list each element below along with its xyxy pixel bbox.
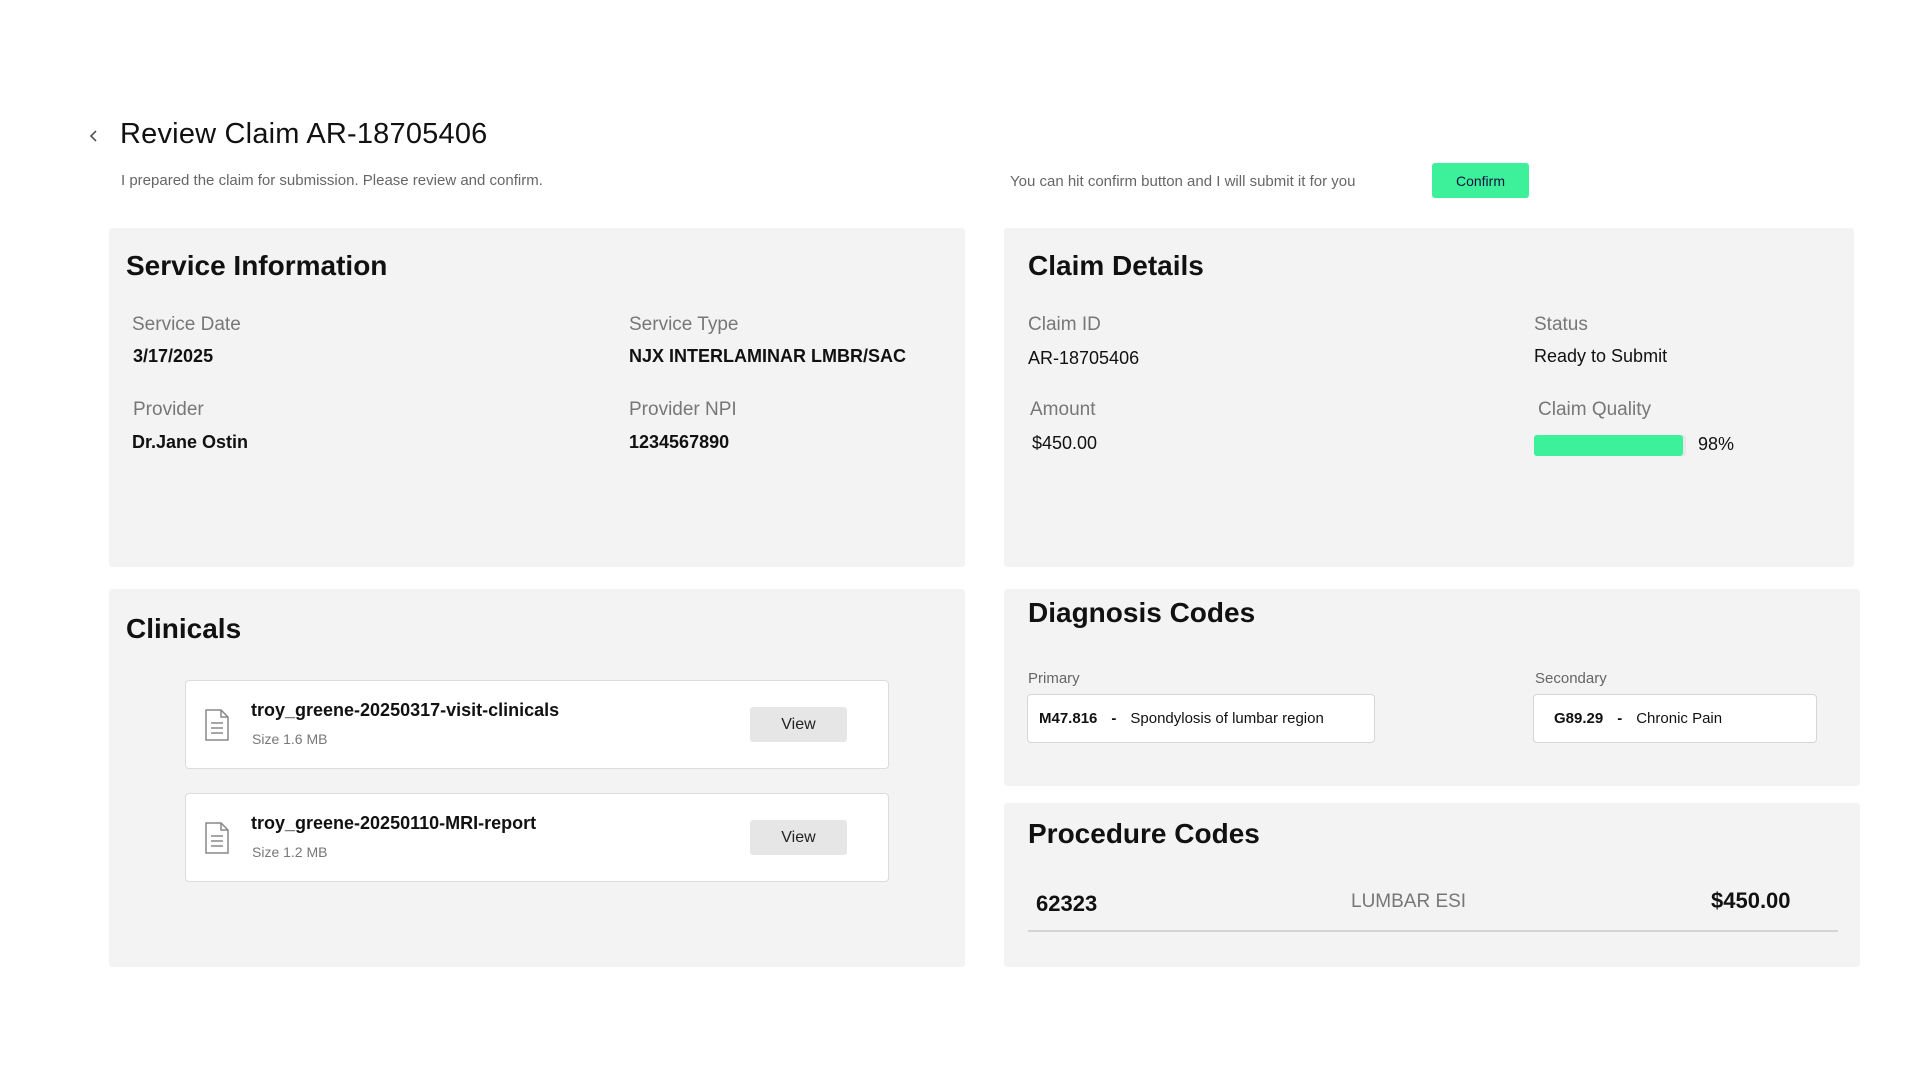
file-name: troy_greene-20250317-visit-clinicals xyxy=(251,700,560,720)
procedure-codes-card: Procedure Codes 62323 LUMBAR ESI $450.00 xyxy=(1004,803,1860,967)
card-title: Procedure Codes xyxy=(1028,818,1260,849)
service-date-label: Service Date xyxy=(132,314,241,335)
provider-npi-value: 1234567890 xyxy=(629,432,730,452)
separator: - xyxy=(1111,710,1117,727)
card-title: Clinicals xyxy=(126,613,242,644)
secondary-diagnosis-field[interactable]: G89.29 - Chronic Pain xyxy=(1533,694,1817,743)
primary-label: Primary xyxy=(1028,670,1080,687)
claim-id-value: AR-18705406 xyxy=(1028,348,1140,368)
secondary-label: Secondary xyxy=(1535,670,1607,687)
primary-diagnosis-code: M47.816 xyxy=(1039,710,1098,727)
file-name: troy_greene-20250110-MRI-report xyxy=(251,813,537,833)
file-size: Size 1.2 MB xyxy=(252,844,328,860)
file-size: Size 1.6 MB xyxy=(252,731,328,747)
claim-details-card: Claim Details Claim ID AR-18705406 Statu… xyxy=(1004,228,1854,567)
procedure-amount: $450.00 xyxy=(1711,888,1791,913)
procedure-description: LUMBAR ESI xyxy=(1351,891,1467,912)
primary-diagnosis-desc: Spondylosis of lumbar region xyxy=(1130,710,1324,727)
status-label: Status xyxy=(1534,314,1588,335)
claim-id-label: Claim ID xyxy=(1028,314,1101,335)
clinical-file-item: troy_greene-20250317-visit-clinicals Siz… xyxy=(185,680,889,769)
service-date-value: 3/17/2025 xyxy=(133,346,214,366)
service-type-label: Service Type xyxy=(629,314,739,335)
card-title: Diagnosis Codes xyxy=(1028,597,1256,628)
confirm-hint: You can hit confirm button and I will su… xyxy=(1010,173,1356,190)
provider-label: Provider xyxy=(133,399,204,420)
procedure-code: 62323 xyxy=(1036,891,1098,916)
card-title: Claim Details xyxy=(1028,250,1204,281)
separator: - xyxy=(1617,710,1623,727)
claim-quality-bar xyxy=(1534,435,1686,456)
claim-quality-value: 98% xyxy=(1698,434,1735,454)
procedure-row-divider xyxy=(1028,930,1838,932)
view-file-button[interactable]: View xyxy=(750,820,847,855)
service-information-card: Service Information Service Date 3/17/20… xyxy=(109,228,965,567)
primary-diagnosis-field[interactable]: M47.816 - Spondylosis of lumbar region xyxy=(1027,694,1375,743)
document-icon xyxy=(205,709,229,741)
claim-quality-label: Claim Quality xyxy=(1538,399,1651,420)
secondary-diagnosis-desc: Chronic Pain xyxy=(1636,710,1723,727)
claim-quality-bar-fill xyxy=(1534,435,1683,456)
service-type-value: NJX INTERLAMINAR LMBR/SAC xyxy=(629,346,906,366)
confirm-button[interactable]: Confirm xyxy=(1432,163,1529,198)
clinicals-card: Clinicals xyxy=(109,589,965,967)
page-subtitle: I prepared the claim for submission. Ple… xyxy=(121,172,543,189)
back-chevron-icon[interactable] xyxy=(86,128,102,144)
provider-npi-label: Provider NPI xyxy=(629,399,737,420)
card-title: Service Information xyxy=(126,250,388,281)
amount-label: Amount xyxy=(1030,399,1096,420)
view-file-button[interactable]: View xyxy=(750,707,847,742)
status-value: Ready to Submit xyxy=(1534,346,1668,366)
amount-value: $450.00 xyxy=(1032,433,1098,453)
provider-value: Dr.Jane Ostin xyxy=(132,432,249,452)
secondary-diagnosis-code: G89.29 xyxy=(1554,710,1604,727)
document-icon xyxy=(205,822,229,854)
clinical-file-item: troy_greene-20250110-MRI-report Size 1.2… xyxy=(185,793,889,882)
page-title: Review Claim AR-18705406 xyxy=(120,118,488,150)
diagnosis-codes-card: Diagnosis Codes Primary Secondary xyxy=(1004,589,1860,786)
